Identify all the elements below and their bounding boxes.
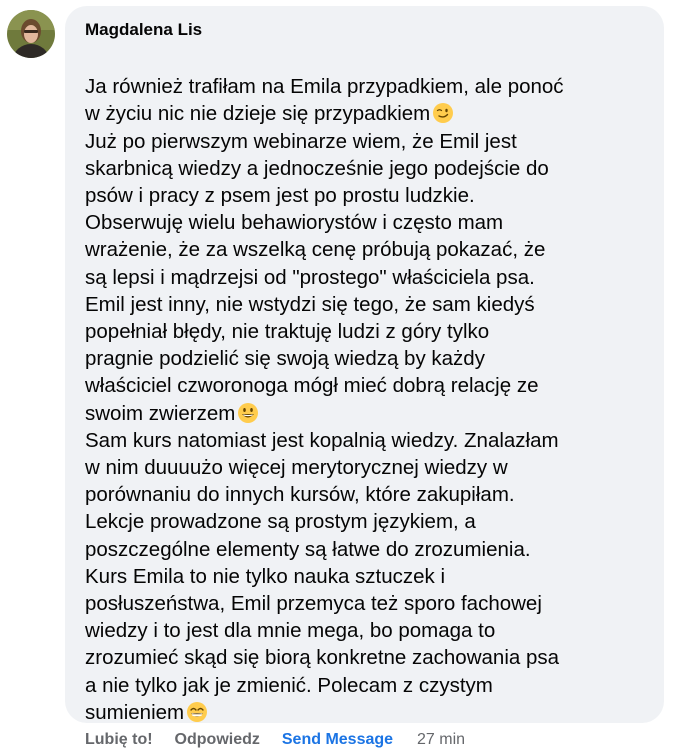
- comment-bubble: Magdalena Lis Ja również trafiłam na Emi…: [65, 6, 664, 726]
- avatar-photo: [7, 10, 55, 58]
- winking-face-emoji: [433, 103, 454, 124]
- comment-timestamp[interactable]: 27 min: [417, 731, 465, 749]
- comment-paragraph: Sam kurs natomiast jest kopalnią wiedzy.…: [85, 428, 560, 724]
- like-button[interactable]: Lubię to!: [85, 731, 153, 749]
- reply-button[interactable]: Odpowiedz: [175, 731, 260, 749]
- comment-paragraph: Ja również trafiłam na Emila przypadkiem…: [85, 75, 564, 126]
- beaming-face-emoji: [187, 701, 208, 722]
- comment-paragraph: Już po pierwszym webinarze wiem, że Emil…: [85, 129, 549, 425]
- avatar[interactable]: [7, 10, 55, 58]
- grinning-face-emoji: [238, 402, 259, 423]
- comment-author[interactable]: Magdalena Lis: [85, 20, 650, 40]
- comment-actions: Lubię to! Odpowiedz Send Message 27 min: [85, 729, 465, 751]
- comment-body: Ja również trafiłam na Emila przypadkiem…: [85, 46, 650, 726]
- send-message-button[interactable]: Send Message: [282, 731, 393, 749]
